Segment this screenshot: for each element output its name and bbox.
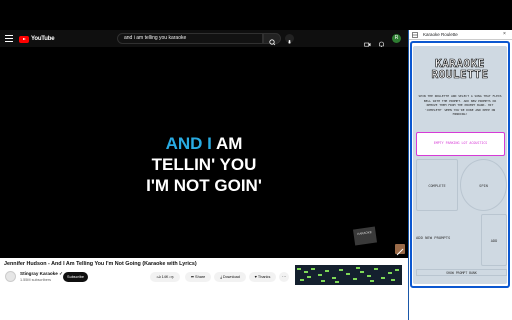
lyric-line-1: AND I AM — [0, 133, 408, 154]
thanks-button[interactable]: ♥ Thanks — [249, 272, 276, 282]
lyric-line-2: TELLIN' YOU — [151, 155, 257, 174]
subscriber-count: 1.55M subscribers — [20, 278, 52, 282]
channel-avatar[interactable] — [5, 271, 16, 282]
add-prompt-button[interactable]: ADD — [481, 214, 507, 266]
search-icon — [269, 39, 276, 46]
like-button[interactable]: 👍︎ 14K 👎︎ — [150, 272, 180, 282]
video-title: Jennifer Hudson - And I Am Telling You I… — [4, 261, 197, 267]
extension-icon — [412, 32, 418, 38]
youtube-play-icon — [19, 35, 29, 43]
more-icon: ⋯ — [282, 275, 286, 279]
spin-button[interactable]: SPIN — [460, 159, 507, 211]
like-count: 14K — [161, 275, 169, 279]
promo-banner-art — [295, 265, 402, 285]
notifications-button[interactable] — [378, 35, 385, 48]
download-label: Download — [222, 275, 240, 279]
youtube-logo[interactable]: YouTube — [19, 34, 55, 44]
lyric-highlighted-words: AND I — [165, 134, 212, 153]
complete-button[interactable]: COMPLETE — [416, 159, 458, 211]
thanks-label: Thanks — [257, 275, 271, 279]
karaoke-channel-watermark: KARAOKE — [352, 226, 378, 246]
share-label: Share — [195, 275, 206, 279]
thumbs-up-icon: 👍︎ — [156, 275, 161, 279]
create-video-button[interactable] — [364, 35, 371, 47]
more-actions-button[interactable]: ⋯ — [279, 272, 289, 282]
microphone-icon — [287, 40, 292, 44]
lyric-line-1-rest: AM — [211, 134, 243, 153]
extension-badge-icon[interactable] — [395, 244, 405, 256]
current-song: EMPTY PARKING LOT ACOUSTICS — [433, 141, 488, 145]
subscribe-button[interactable]: Subscribe — [63, 272, 88, 282]
close-icon[interactable]: × — [503, 31, 506, 37]
karaoke-lyrics: AND I AM TELLIN' YOU I'M NOT GOIN' — [0, 133, 408, 196]
channel-name[interactable]: Stingray Karaoke ✓ — [20, 271, 63, 277]
hamburger-menu-icon[interactable] — [5, 34, 13, 42]
roulette-title: KARAOKE ROULETTE — [415, 58, 505, 81]
voice-search-button[interactable] — [285, 34, 294, 44]
download-button[interactable]: ⤓ Download — [214, 272, 246, 282]
account-avatar[interactable]: R — [392, 34, 401, 43]
add-prompts-label: ADD NEW PROMPTS — [416, 235, 451, 240]
lyric-line-3: I'M NOT GOIN' — [146, 176, 262, 195]
share-button[interactable]: ➦ Share — [185, 272, 211, 282]
thumbs-down-icon: 👎︎ — [169, 275, 174, 279]
promo-banner[interactable] — [295, 265, 402, 285]
roulette-title-line-2: ROULETTE — [431, 68, 489, 81]
search-button[interactable] — [263, 33, 281, 46]
search-input[interactable]: and i am telling you karaoke — [117, 33, 263, 44]
roulette-instructions: SPIN THE ROULETTE AND SELECT A SONG THAT… — [418, 94, 502, 116]
youtube-logo-text: YouTube — [31, 36, 55, 42]
show-prompt-bank-button[interactable]: SHOW PROMPT BANK — [416, 269, 507, 276]
side-panel-title[interactable]: Karaoke Roulette — [423, 32, 458, 37]
